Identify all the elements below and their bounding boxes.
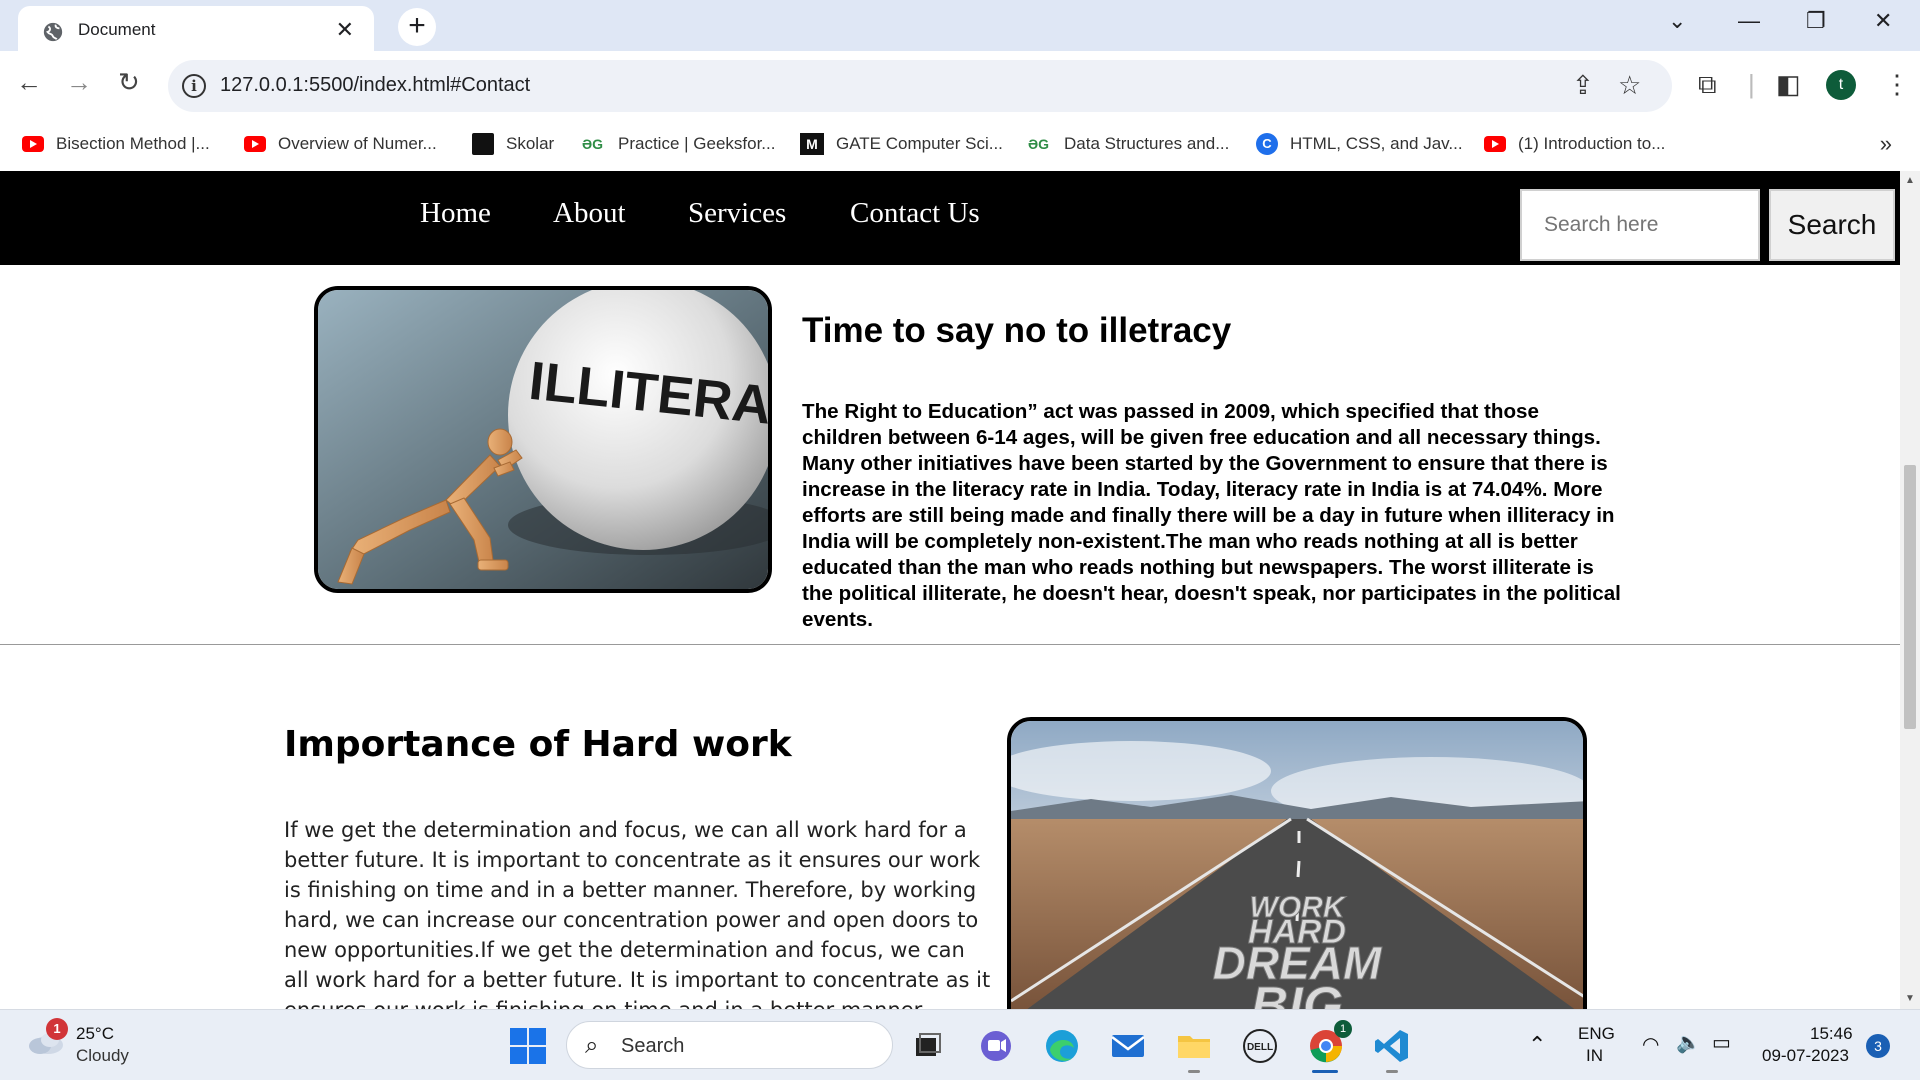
edge-icon[interactable] bbox=[1042, 1026, 1082, 1066]
tab-search-chevron-icon[interactable]: ⌄ bbox=[1668, 8, 1686, 34]
bookmark-item[interactable]: C HTML, CSS, and Jav... bbox=[1256, 129, 1463, 159]
page-scrollbar[interactable]: ▲ ▼ bbox=[1900, 171, 1920, 1009]
bookmark-item[interactable]: Overview of Numer... bbox=[244, 129, 437, 159]
site-search-button[interactable]: Search bbox=[1769, 189, 1895, 261]
minimize-icon[interactable]: — bbox=[1738, 8, 1760, 34]
share-icon[interactable]: ⇪ bbox=[1572, 70, 1594, 101]
bookmark-item[interactable]: Bisection Method |... bbox=[22, 129, 210, 159]
svg-text:DELL: DELL bbox=[1247, 1042, 1273, 1053]
address-bar[interactable]: i 127.0.0.1:5500/index.html#Contact ⇪ ☆ bbox=[168, 60, 1672, 112]
browser-toolbar: ← → ↻ i 127.0.0.1:5500/index.html#Contac… bbox=[0, 51, 1920, 119]
restore-icon[interactable]: ❐ bbox=[1806, 8, 1826, 34]
bookmark-item[interactable]: ƏG Practice | Geeksfor... bbox=[582, 129, 775, 159]
vscode-running-indicator bbox=[1386, 1070, 1398, 1073]
more-bookmarks-icon[interactable]: » bbox=[1880, 131, 1892, 157]
site-info-icon[interactable]: i bbox=[182, 74, 206, 98]
youtube-icon bbox=[22, 136, 44, 152]
youtube-icon bbox=[1484, 136, 1506, 152]
youtube-icon bbox=[244, 136, 266, 152]
teams-chat-icon[interactable] bbox=[976, 1026, 1016, 1066]
explorer-running-indicator bbox=[1188, 1070, 1200, 1073]
clock-time[interactable]: 15:46 bbox=[1810, 1024, 1853, 1044]
task-view-icon[interactable] bbox=[908, 1026, 948, 1066]
url-text[interactable]: 127.0.0.1:5500/index.html#Contact bbox=[220, 74, 530, 97]
bookmark-item[interactable]: M GATE Computer Sci... bbox=[800, 129, 1003, 159]
bookmark-label: (1) Introduction to... bbox=[1518, 134, 1666, 153]
taskbar-search-label: Search bbox=[621, 1035, 685, 1057]
tab-close-icon[interactable]: ✕ bbox=[336, 17, 354, 43]
file-explorer-icon[interactable] bbox=[1174, 1026, 1214, 1066]
vscode-icon[interactable] bbox=[1372, 1026, 1412, 1066]
bookmark-item[interactable]: (1) Introduction to... bbox=[1484, 129, 1665, 159]
show-hidden-icons-icon[interactable]: ⌃ bbox=[1528, 1032, 1546, 1058]
taskbar: 1 25°C Cloudy ⌕ Search DELL 1 ⌃ ENG IN ◠… bbox=[0, 1009, 1920, 1080]
illiteracy-image: ILLITERACY bbox=[314, 286, 772, 593]
browser-tab[interactable]: Document ✕ bbox=[18, 6, 374, 51]
language-top[interactable]: ENG bbox=[1578, 1024, 1615, 1044]
bookmark-label: Skolar bbox=[506, 134, 555, 153]
bookmark-label: HTML, CSS, and Jav... bbox=[1290, 134, 1463, 153]
geeksforgeeks-icon: ƏG bbox=[1028, 136, 1050, 152]
road-text-line-4: BIG bbox=[1251, 977, 1343, 1009]
scroll-down-icon[interactable]: ▼ bbox=[1905, 993, 1915, 1004]
dell-icon[interactable]: DELL bbox=[1240, 1026, 1280, 1066]
side-panel-icon[interactable]: ◧ bbox=[1776, 69, 1801, 100]
toolbar-divider: | bbox=[1748, 69, 1755, 99]
hard-work-image: WORK HARD DREAM BIG bbox=[1007, 717, 1587, 1009]
bookmark-label: Data Structures and... bbox=[1064, 134, 1230, 153]
weather-badge: 1 bbox=[46, 1018, 68, 1040]
language-bottom[interactable]: IN bbox=[1586, 1046, 1603, 1066]
geeksforgeeks-icon: ƏG bbox=[582, 136, 604, 152]
site-navbar: Home About Services Contact Us Search bbox=[0, 171, 1900, 265]
weather-description[interactable]: Cloudy bbox=[76, 1046, 129, 1066]
bookmark-item[interactable]: ƏG Data Structures and... bbox=[1028, 129, 1229, 159]
section-divider bbox=[0, 644, 1900, 645]
chrome-badge: 1 bbox=[1334, 1020, 1352, 1038]
clock-date[interactable]: 09-07-2023 bbox=[1762, 1046, 1849, 1066]
section1-body: The Right to Education” act was passed i… bbox=[802, 400, 1621, 631]
bookmark-label: Practice | Geeksfor... bbox=[618, 134, 776, 153]
nav-link-contact[interactable]: Contact Us bbox=[850, 197, 980, 230]
scroll-up-icon[interactable]: ▲ bbox=[1905, 175, 1915, 186]
nav-link-services[interactable]: Services bbox=[688, 197, 786, 230]
chrome-active-indicator bbox=[1312, 1070, 1338, 1073]
bookmark-item[interactable]: Skolar bbox=[472, 129, 554, 159]
tab-strip: Document ✕ + ⌄ — ❐ ✕ bbox=[0, 0, 1920, 51]
bookmark-star-icon[interactable]: ☆ bbox=[1618, 70, 1641, 101]
wifi-icon[interactable]: ◠ bbox=[1642, 1032, 1659, 1057]
codewithharry-icon: C bbox=[1256, 133, 1278, 155]
back-icon[interactable]: ← bbox=[16, 67, 42, 98]
new-tab-button[interactable]: + bbox=[398, 8, 436, 46]
skolar-icon bbox=[472, 133, 494, 155]
taskbar-search[interactable]: ⌕ Search bbox=[566, 1021, 893, 1069]
section2-title: Importance of Hard work bbox=[284, 724, 792, 765]
windows-start-icon[interactable] bbox=[508, 1026, 548, 1066]
notification-badge[interactable]: 3 bbox=[1866, 1034, 1890, 1058]
nav-link-about[interactable]: About bbox=[553, 197, 626, 230]
close-window-icon[interactable]: ✕ bbox=[1874, 8, 1892, 34]
bookmark-label: GATE Computer Sci... bbox=[836, 134, 1003, 153]
reload-icon[interactable]: ↻ bbox=[118, 67, 140, 98]
nav-link-home[interactable]: Home bbox=[420, 197, 491, 230]
bookmark-label: Bisection Method |... bbox=[56, 134, 210, 153]
volume-icon[interactable]: 🔈 bbox=[1676, 1030, 1701, 1055]
scrollbar-thumb[interactable] bbox=[1904, 465, 1916, 729]
mail-icon[interactable] bbox=[1108, 1026, 1148, 1066]
extensions-icon[interactable]: ⧉ bbox=[1698, 69, 1717, 101]
menu-icon[interactable]: ⋮ bbox=[1884, 69, 1910, 100]
tab-title: Document bbox=[78, 20, 156, 39]
search-icon: ⌕ bbox=[585, 1032, 599, 1059]
profile-avatar[interactable]: t bbox=[1826, 70, 1856, 100]
battery-icon[interactable]: ▭ bbox=[1712, 1030, 1731, 1055]
page-viewport: Home About Services Contact Us Search he… bbox=[0, 171, 1900, 1009]
site-search-input[interactable] bbox=[1520, 189, 1760, 261]
section2-body: If we get the determination and focus, w… bbox=[284, 818, 991, 1009]
forward-icon[interactable]: → bbox=[66, 67, 92, 98]
section1-title: Time to say no to illetracy bbox=[802, 311, 1232, 350]
madeeasy-icon: M bbox=[800, 133, 824, 155]
bookmarks-bar: Bisection Method |... Overview of Numer.… bbox=[0, 119, 1920, 171]
bookmark-label: Overview of Numer... bbox=[278, 134, 437, 153]
weather-temperature[interactable]: 25°C bbox=[76, 1024, 114, 1044]
globe-icon bbox=[43, 22, 63, 42]
